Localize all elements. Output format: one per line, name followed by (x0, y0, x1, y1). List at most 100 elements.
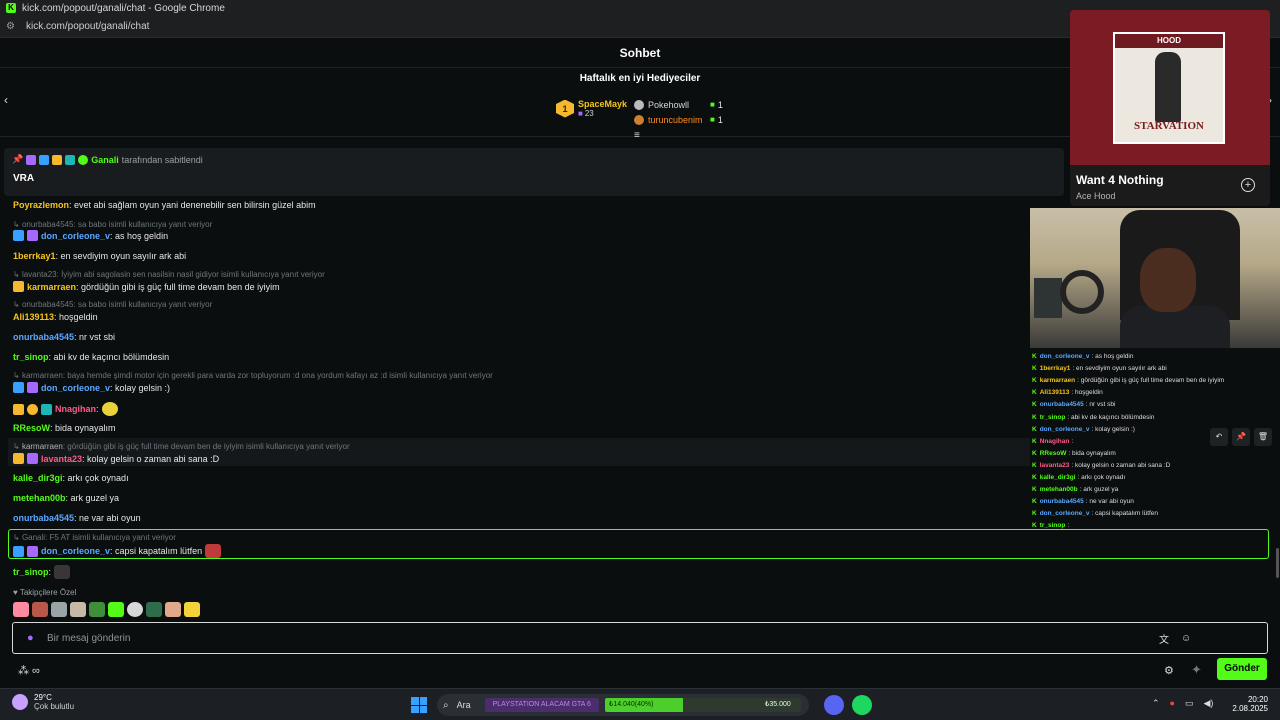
reply-icon[interactable]: ↶ (1210, 428, 1228, 446)
gifter-row[interactable]: Pokehowll ■ 1 (634, 97, 723, 112)
windows-start-icon[interactable] (411, 697, 427, 713)
url-text[interactable]: kick.com/popout/ganali/chat (26, 21, 149, 32)
chevron-up-icon[interactable]: ⌃ (1152, 698, 1160, 709)
goal-current: ₺14.040(40%) (608, 701, 654, 708)
overlay-chat-message: Kkalle_dir3gi: arkı çok oynadı (1032, 474, 1125, 481)
overlay-message-text: : hoşgeldin (1071, 389, 1103, 397)
chat-bottom-bar: ⁂ ∞ ⚙ ✦ Gönder (0, 656, 1280, 686)
spotify-icon[interactable] (852, 695, 872, 715)
delete-icon[interactable]: 🗑 (1254, 428, 1272, 446)
rewards-icon[interactable]: ✦ (1191, 662, 1202, 678)
silver-medal-icon (634, 99, 644, 110)
heart-emote-icon[interactable] (13, 602, 29, 617)
badge-icon (13, 382, 24, 393)
collapse-icon[interactable]: ≡ (634, 130, 640, 141)
gifter-count: 1 (717, 99, 723, 110)
username[interactable]: don_corleone_v (41, 231, 110, 241)
username[interactable]: tr_sinop (13, 352, 49, 362)
reply-context[interactable]: ↳ karmarraen: baya hemde şimdi motor içi… (13, 371, 493, 380)
chat-message: metehan00b: ark guzel ya (13, 493, 119, 503)
pin-icon[interactable]: 📌 (1232, 428, 1250, 446)
frog-emote-icon[interactable] (89, 602, 105, 617)
overlay-chat-message: Kmetehan00b: ark guzel ya (1032, 486, 1118, 493)
chevron-left-icon[interactable]: ‹ (4, 93, 8, 107)
overlay-username: metehan00b (1039, 486, 1078, 494)
verified-icon (78, 154, 89, 165)
taskbar-search[interactable]: ⌕ Ara PLAYSTATION ALACAM GTA 6 ₺14.040(4… (437, 694, 809, 716)
microphone-icon[interactable]: ● (27, 632, 35, 644)
username[interactable]: Ali139113 (13, 312, 54, 322)
overlay-message-text: : arkı çok oynadı (1077, 474, 1126, 481)
points-icon[interactable]: ⁂ ∞ (18, 664, 40, 677)
send-button[interactable]: Gönder (1217, 658, 1267, 680)
scrollbar[interactable] (1276, 548, 1279, 578)
pinner-name[interactable]: Ganali (91, 155, 119, 165)
windows-taskbar: 29°C Çok bulutlu ⌕ Ara PLAYSTATION ALACA… (0, 688, 1280, 720)
emote-icon[interactable] (184, 602, 200, 617)
reply-context[interactable]: ↳ onurbaba4545: sa babo isimli kullanıcı… (13, 300, 212, 309)
emote-icon[interactable] (32, 602, 48, 617)
overlay-username: lavanta23 (1039, 461, 1070, 469)
top-gifter[interactable]: 1 SpaceMayk ■ 23 (556, 99, 627, 118)
overlay-chat-message: K Ali139113: hoşgeldin (1032, 389, 1103, 396)
reply-user: karmarraen (21, 442, 63, 451)
username[interactable]: onurbaba4545 (13, 513, 74, 523)
follower-label-text: Takipçilere Özel (19, 588, 77, 597)
emoji-icon[interactable]: ☺ (1181, 633, 1191, 644)
username[interactable]: don_corleone_v (41, 546, 110, 556)
username[interactable]: lavanta23 (41, 454, 82, 464)
gifter-row[interactable]: turuncubenim ■ 1 (634, 112, 723, 127)
add-icon[interactable]: + (1241, 178, 1255, 192)
album-band-text: HOOD (1157, 36, 1181, 45)
username[interactable]: tr_sinop (13, 567, 49, 577)
emote-icon[interactable] (146, 602, 162, 617)
crown-icon (13, 403, 24, 415)
chat-input-box[interactable]: ● 文 ☺ (12, 622, 1268, 654)
gear-icon[interactable]: ⚙ (1164, 664, 1174, 677)
message-text: : evet abi sağlam oyun yani denenebilir … (69, 200, 316, 210)
chat-message: karmarraen: gördüğün gibi iş güç full ti… (13, 281, 280, 292)
volume-icon[interactable]: ◀) (1204, 698, 1214, 709)
reply-context[interactable]: ↳ karmarraen: gördüğün gibi iş güç full … (13, 442, 350, 451)
pinned-message: 📌 Ganali tarafından sabitlendi VRA (4, 148, 1064, 196)
microphone-icon[interactable]: ● (1170, 698, 1175, 709)
chat-message-input[interactable] (47, 632, 1147, 644)
overlay-chat-message: K Nnagihan: (1032, 438, 1073, 445)
chat-title: Sohbet (619, 45, 661, 60)
site-info-icon[interactable]: ⚙ (6, 21, 22, 32)
reply-context[interactable]: ↳ lavanta23: İyiyim abi sagolasin sen na… (13, 270, 325, 279)
emote-icon (101, 402, 118, 416)
clock[interactable]: 20:20 2.08.2025 (1232, 695, 1268, 713)
kick-badge-icon: K (1032, 437, 1037, 445)
username[interactable]: Poyrazlemon (13, 200, 69, 210)
emote-icon[interactable] (127, 602, 143, 617)
username[interactable]: metehan00b (13, 493, 66, 503)
username[interactable]: Nnagihan (55, 404, 96, 414)
display-icon[interactable]: ▭ (1185, 698, 1194, 709)
emote-icon[interactable] (51, 602, 67, 617)
bronze-medal-icon (634, 114, 644, 125)
username[interactable]: RResoW (13, 423, 50, 433)
gifter-count: 1 (717, 114, 723, 125)
overlay-chat-message: Ktr_sinop: abi kv de kaçıncı bölümdesin (1032, 414, 1154, 421)
message-text: : bida oynayalım (50, 423, 116, 433)
username[interactable]: kalle_dir3gi (13, 473, 63, 483)
overlay-message-text: : (1067, 522, 1070, 530)
emote-icon[interactable] (70, 602, 86, 617)
translate-icon[interactable]: 文 (1159, 631, 1169, 646)
username[interactable]: 1berrkay1 (13, 251, 56, 261)
reply-context[interactable]: ↳ Ganali: F5 AT isimli kullanıcıya yanıt… (13, 533, 176, 542)
message-text: : abi kv de kaçıncı bölümdesin (48, 352, 170, 362)
weather-widget[interactable]: 29°C Çok bulutlu (12, 693, 74, 711)
username[interactable]: onurbaba4545 (13, 332, 74, 342)
reply-text: lavanta23: İyiyim abi sagolasin sen nasi… (21, 270, 325, 279)
emote-icon[interactable] (108, 602, 124, 617)
reply-context[interactable]: ↳ onurbaba4545: sa babo isimli kullanıcı… (13, 220, 212, 229)
emote-icon[interactable] (165, 602, 181, 617)
gifter-name: turuncubenim (648, 114, 703, 125)
discord-icon[interactable] (824, 695, 844, 715)
message-text: : en sevdiyim oyun sayılır ark abi (55, 251, 187, 261)
username[interactable]: karmarraen (27, 282, 76, 292)
top-gifter-count-value: 23 (584, 109, 594, 118)
username[interactable]: don_corleone_v (41, 383, 110, 393)
